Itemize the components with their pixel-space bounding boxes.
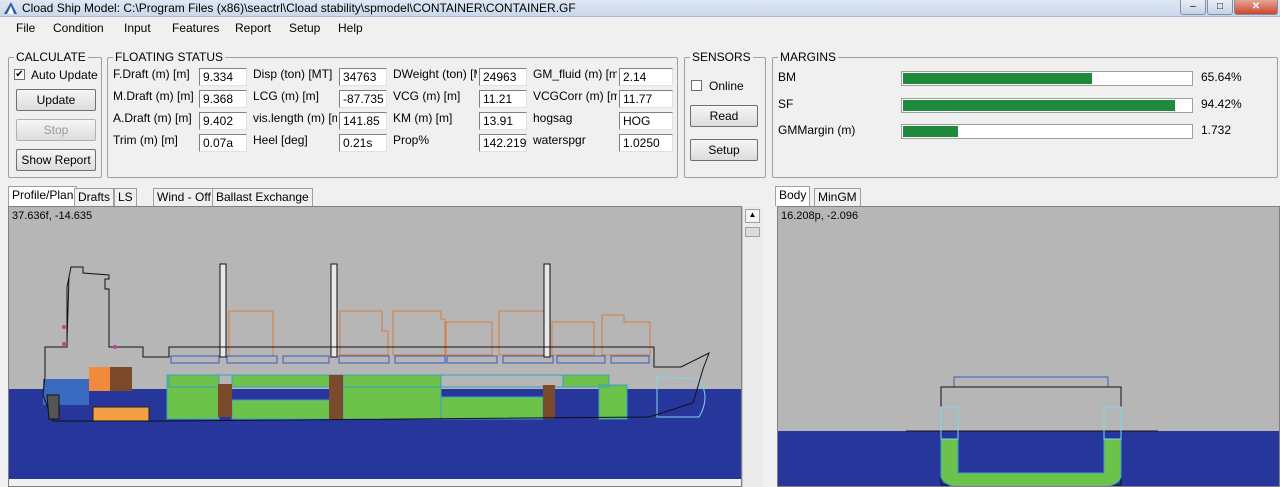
body-section-drawing — [778, 376, 1279, 486]
online-label: Online — [709, 79, 744, 93]
tab-ballast-exchange[interactable]: Ballast Exchange — [212, 188, 313, 206]
margin-value: 94.42% — [1201, 97, 1242, 111]
maximize-button[interactable]: □ — [1207, 0, 1233, 15]
menu-report[interactable]: Report — [235, 21, 271, 35]
floating-status-label: LCG (m) [m] — [253, 89, 319, 103]
scroll-up-button[interactable]: ▲ — [745, 209, 760, 223]
floating-status-value: 142.219 — [479, 134, 527, 152]
container-stack — [601, 314, 651, 356]
tab-mingm[interactable]: MinGM — [814, 188, 861, 206]
menu-features[interactable]: Features — [172, 21, 219, 35]
floating-status-label: Disp (ton) [MT] — [253, 67, 333, 81]
container-stack — [445, 321, 493, 356]
menu-setup[interactable]: Setup — [289, 21, 320, 35]
margin-progress-fill — [903, 126, 958, 137]
floating-status-value: 11.21 — [479, 90, 527, 108]
sensors-title: SENSORS — [690, 50, 753, 64]
floating-status-value: 9.368 — [199, 90, 247, 108]
margin-value: 65.64% — [1201, 70, 1242, 84]
floating-status-value: 0.07a — [199, 134, 247, 152]
floating-status-value: 9.402 — [199, 112, 247, 130]
margins-title: MARGINS — [778, 50, 839, 64]
tab-drafts[interactable]: Drafts — [74, 188, 115, 206]
margin-label: BM — [778, 70, 796, 84]
container-stack — [339, 310, 389, 356]
sensors-setup-button[interactable]: Setup — [690, 139, 758, 161]
floating-status-value: 34763 — [339, 68, 387, 86]
floating-status-label: A.Draft (m) [m] — [113, 111, 192, 125]
calculate-title: CALCULATE — [14, 50, 88, 64]
floating-status-label: Heel [deg] — [253, 133, 308, 147]
margin-label: GMMargin (m) — [778, 123, 856, 137]
title-bar: Cload Ship Model: C:\Program Files (x86)… — [0, 0, 1280, 17]
margin-label: SF — [778, 97, 794, 111]
body-view[interactable]: 16.208p, -2.096 — [777, 206, 1280, 487]
menu-bar: File Condition Input Features Report Set… — [0, 18, 1280, 39]
menu-help[interactable]: Help — [338, 21, 363, 35]
menu-condition[interactable]: Condition — [53, 21, 104, 35]
floating-status-label: VCG (m) [m] — [393, 89, 461, 103]
container-stack — [228, 310, 274, 357]
floating-status-label: VCGCorr (m) [m] — [533, 89, 617, 103]
scroll-thumb[interactable] — [745, 227, 760, 237]
floating-status-label: hogsag — [533, 111, 573, 125]
show-report-button[interactable]: Show Report — [16, 149, 96, 171]
margin-progress-fill — [903, 100, 1175, 111]
floating-status-value: 0.21s — [339, 134, 387, 152]
tab-profile-plan[interactable]: Profile/Plan — [8, 186, 78, 206]
margin-value: 1.732 — [1201, 123, 1232, 137]
online-checkbox[interactable] — [691, 80, 702, 91]
floating-status-label: DWeight (ton) [MT] — [393, 67, 477, 81]
window-title: Cload Ship Model: C:\Program Files (x86)… — [22, 1, 576, 15]
read-button[interactable]: Read — [690, 105, 758, 127]
floating-status-value: 24963 — [479, 68, 527, 86]
floating-status-label: F.Draft (m) [m] — [113, 67, 190, 81]
tab-body[interactable]: Body — [775, 186, 811, 206]
menu-input[interactable]: Input — [124, 21, 151, 35]
floating-status-value: 13.91 — [479, 112, 527, 130]
tab-wind-off[interactable]: Wind - Off — [153, 188, 215, 206]
floating-status-value: -87.735 — [339, 90, 387, 108]
floating-status-label: KM (m) [m] — [393, 111, 453, 125]
floating-status-title: FLOATING STATUS — [113, 50, 226, 64]
close-button[interactable]: ✕ — [1234, 0, 1278, 15]
container-stack — [498, 310, 546, 356]
margin-progress-bar — [901, 98, 1193, 113]
margin-progress-bar — [901, 124, 1193, 139]
container-stack — [551, 321, 595, 356]
update-button[interactable]: Update — [16, 89, 96, 111]
floating-status-label: vis.length (m) [m] — [253, 111, 337, 125]
menu-file[interactable]: File — [16, 21, 35, 35]
auto-update-label: Auto Update — [31, 68, 98, 82]
floating-status-label: M.Draft (m) [m] — [113, 89, 194, 103]
auto-update-checkbox[interactable]: ✔ — [14, 69, 25, 80]
floating-status-label: GM_fluid (m) [m] — [533, 67, 617, 81]
floating-status-value: 9.334 — [199, 68, 247, 86]
app-icon — [4, 2, 17, 14]
margin-progress-fill — [903, 73, 1092, 84]
floating-status-value: HOG — [619, 112, 673, 130]
floating-status-label: Trim (m) [m] — [113, 133, 178, 147]
margin-progress-bar — [901, 71, 1193, 86]
floating-status-value: 1.0250 — [619, 134, 673, 152]
stop-button[interactable]: Stop — [16, 119, 96, 141]
floating-status-value: 11.77 — [619, 90, 673, 108]
minimize-button[interactable]: – — [1180, 0, 1206, 15]
floating-status-value: 2.14 — [619, 68, 673, 86]
container-stack — [392, 310, 446, 356]
floating-status-value: 141.85 — [339, 112, 387, 130]
ship-profile-drawing — [9, 263, 741, 486]
profile-vertical-scrollbar[interactable]: ▲ — [742, 207, 762, 487]
tab-ls[interactable]: LS — [114, 188, 137, 206]
floating-status-label: Prop% — [393, 133, 430, 147]
floating-status-label: waterspgr — [533, 133, 586, 147]
profile-view[interactable]: 37.636f, -14.635 — [8, 206, 742, 487]
